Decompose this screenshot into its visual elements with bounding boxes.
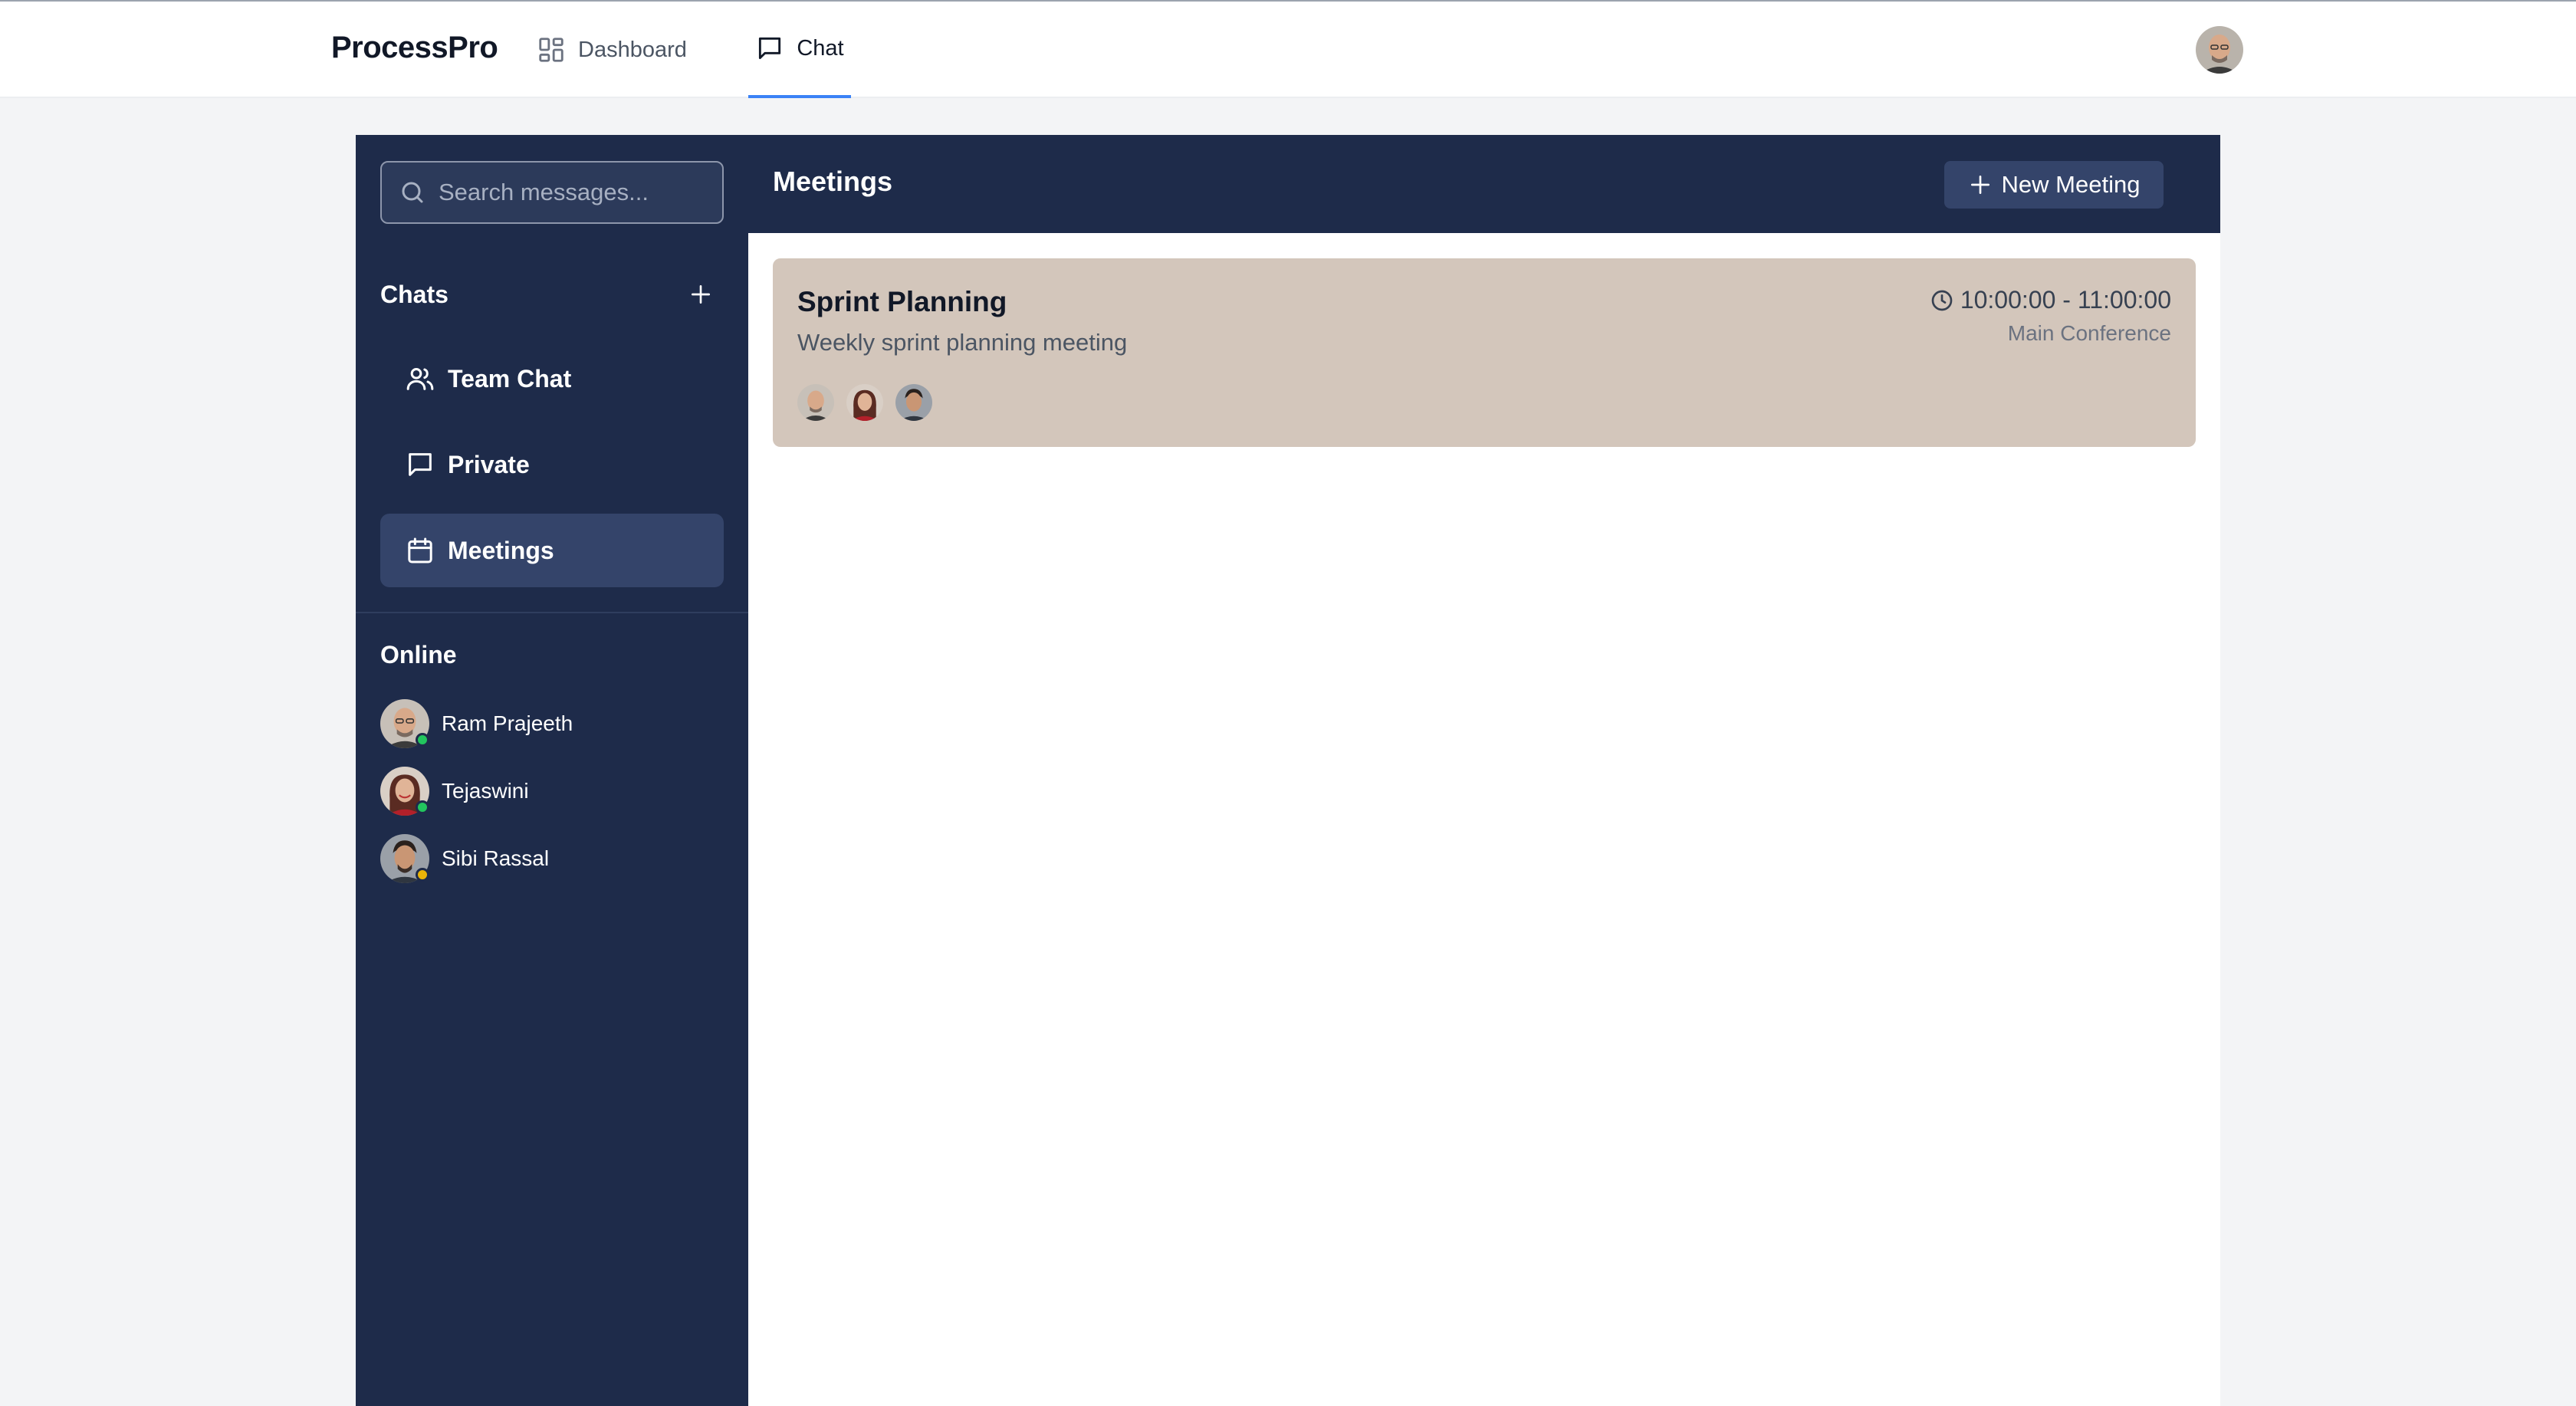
new-meeting-label: New Meeting [2001,171,2141,198]
top-navbar: ProcessPro Dashboard Chat [0,0,2576,98]
channel-team-chat[interactable]: Team Chat [380,342,724,416]
channel-private[interactable]: Private [380,428,724,501]
participant-avatar [846,384,883,421]
message-square-icon [405,449,435,480]
nav-tab-dashboard[interactable]: Dashboard [537,2,687,98]
search-box[interactable] [380,161,724,224]
channel-label: Meetings [448,536,554,564]
chats-heading: Chats [380,281,449,308]
user-name: Tejaswini [442,779,529,803]
nav-tab-label: Chat [797,35,844,61]
nav-tab-label: Dashboard [578,37,687,62]
avatar [380,699,429,748]
nav-tab-chat[interactable]: Chat [748,2,851,98]
participant-avatar [895,384,932,421]
meeting-time: 10:00:00 - 11:00:00 [1930,286,2171,314]
search-icon [399,179,426,206]
dashboard-grid-icon [537,35,566,64]
online-heading: Online [380,641,457,669]
sidebar-divider [356,612,748,613]
clock-icon [1930,288,1954,313]
brand-logo[interactable]: ProcessPro [331,31,498,65]
search-input[interactable] [437,178,708,207]
new-meeting-button[interactable]: New Meeting [1944,161,2164,209]
avatar [380,834,429,883]
meeting-card[interactable]: Sprint Planning Weekly sprint planning m… [773,258,2196,447]
users-icon [405,363,435,394]
meeting-title: Sprint Planning [797,286,1007,317]
plus-icon [1968,172,1993,197]
participant-avatar [797,384,834,421]
sidebar: Chats Team Chat Private [356,135,748,1406]
online-user-tejaswini[interactable]: Tejaswini [380,765,529,817]
status-dot [416,733,429,747]
meetings-header: Meetings New Meeting [748,135,2220,233]
meeting-participants [797,384,945,421]
plus-icon [692,285,710,304]
add-chat-button[interactable] [684,278,718,311]
calendar-icon [405,535,435,566]
meeting-time-text: 10:00:00 - 11:00:00 [1960,286,2171,314]
channel-label: Private [448,450,530,478]
channel-label: Team Chat [448,364,572,393]
chat-panel: Chats Team Chat Private [356,135,2220,1406]
online-user-ram-prajeeth[interactable]: Ram Prajeeth [380,698,573,750]
online-user-sibi-rassal[interactable]: Sibi Rassal [380,833,549,885]
user-name: Sibi Rassal [442,846,550,870]
page-title: Meetings [773,166,893,197]
meeting-location: Main Conference [2007,321,2171,345]
status-dot [416,868,429,882]
status-dot [416,800,429,814]
meeting-description: Weekly sprint planning meeting [797,329,1128,356]
user-avatar[interactable] [2196,26,2243,74]
user-name: Ram Prajeeth [442,711,573,735]
avatar [380,767,429,816]
chat-bubble-icon [755,34,784,63]
channel-meetings[interactable]: Meetings [380,514,724,587]
